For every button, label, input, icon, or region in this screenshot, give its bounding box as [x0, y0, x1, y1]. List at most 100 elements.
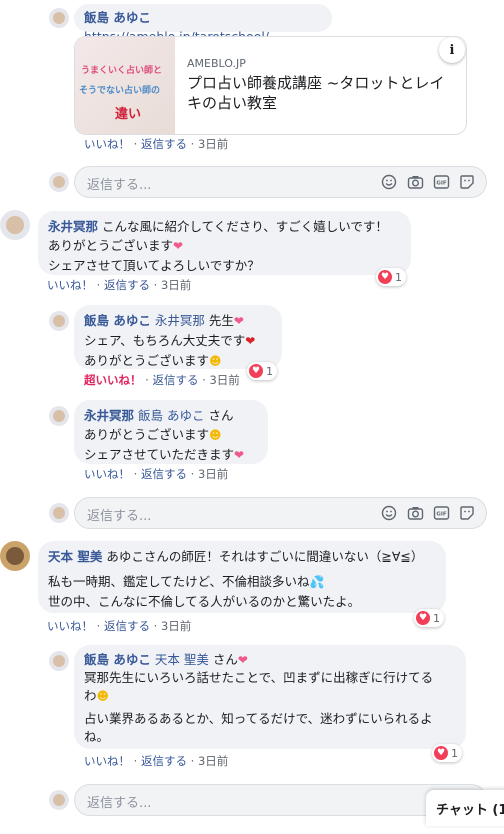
comment-text: シェアさせていただきます: [84, 447, 235, 462]
comment-bubble: 永井冥那 こんな風に紹介してくださり、すごく嬉しいです！ ありがとうございます❤…: [38, 211, 411, 275]
smiley-icon[interactable]: [380, 173, 398, 191]
comment-text: シェアさせて頂いてよろしいですか？: [48, 258, 260, 273]
comment-author[interactable]: 飯島 あゆこ: [84, 10, 151, 25]
avatar: [49, 503, 69, 523]
card-domain: AMEBLO.JP: [187, 57, 246, 70]
comment-author[interactable]: 永井冥那: [48, 219, 98, 234]
camera-icon[interactable]: [406, 504, 424, 522]
comment-text: 占い業界あるあるとか、知ってるだけで、迷わずにいられるよ: [84, 711, 433, 726]
svg-text:GIF: GIF: [436, 181, 447, 187]
avatar: [49, 790, 69, 810]
reaction-badge[interactable]: ♥ 1: [414, 609, 444, 627]
reply-placeholder: 返信する...: [87, 796, 152, 811]
timestamp[interactable]: 3日前: [161, 619, 191, 633]
reply-link[interactable]: 返信する: [104, 619, 150, 633]
love-reaction-icon: ♥: [416, 611, 430, 625]
timestamp[interactable]: 3日前: [198, 137, 228, 151]
comment-text: ありがとうございます: [84, 427, 210, 442]
thumb-text-2: そうでない占い師の: [79, 86, 161, 96]
avatar[interactable]: [49, 311, 69, 331]
comment-actions: いいね！ · 返信する · 3日前: [47, 278, 192, 292]
reply-link[interactable]: 返信する: [141, 467, 187, 481]
comment-text: 冥那先生にいろいろ話せたことで、凹まずに出稼ぎに行けてる: [84, 670, 434, 685]
link-comment-bubble: 飯島 あゆこ https://ameblo.jp/tarotschool/: [74, 4, 332, 44]
link-thumbnail[interactable]: うまくいく占い師と そうでない占い師の 違い: [75, 37, 175, 134]
reply-input[interactable]: 返信する... GIF: [74, 497, 487, 529]
comment-text: 世の中、こんなに不倫してる人がいるのかと驚いたよ。: [48, 594, 361, 609]
reaction-badge[interactable]: ♥ 1: [432, 744, 462, 762]
comment-text: シェア、もちろん大丈夫です: [84, 333, 246, 348]
chat-tab-label: チャット (1: [436, 803, 504, 818]
super-like-link[interactable]: 超いいね！: [84, 373, 142, 387]
smiley-icon[interactable]: [380, 504, 398, 522]
reply-bubble: 永井冥那 飯島 あゆこ さん ありがとうございます☻ シェアさせていただきます❤: [74, 400, 268, 464]
chat-tab[interactable]: チャット (1: [426, 790, 504, 826]
like-link[interactable]: いいね！: [84, 467, 130, 481]
avatar[interactable]: [0, 541, 30, 571]
mention-link[interactable]: 天本 聖美: [155, 652, 209, 667]
sticker-icon[interactable]: [458, 504, 476, 522]
like-link[interactable]: いいね！: [84, 137, 130, 151]
like-link[interactable]: いいね！: [47, 619, 93, 633]
comment-text: ありがとうございます: [84, 353, 210, 368]
camera-icon[interactable]: [406, 173, 424, 191]
heart-emoji-icon: ❤: [173, 239, 184, 253]
comment-actions: いいね！ · 返信する · 3日前: [84, 137, 229, 151]
comment-text: こんな風に紹介してくださり、すごく嬉しいです！: [102, 219, 388, 234]
reply-link[interactable]: 返信する: [141, 137, 187, 151]
reply-link[interactable]: 返信する: [152, 373, 198, 387]
thumb-text-3: 違い: [115, 107, 142, 122]
heart-emoji-icon: ❤: [233, 314, 244, 328]
comment-text: ね。: [84, 729, 110, 744]
timestamp[interactable]: 3日前: [161, 278, 191, 292]
reaction-badge[interactable]: ♥ 1: [247, 362, 277, 380]
comment-actions: 超いいね！ · 返信する · 3日前: [84, 373, 240, 387]
avatar[interactable]: [49, 406, 69, 426]
gif-icon[interactable]: GIF: [432, 173, 450, 191]
timestamp[interactable]: 3日前: [198, 754, 228, 768]
comment-bubble: 天本 聖美 あゆこさんの師匠！それはすごいに間違いない（≧∀≦） 私も一時期、鑑…: [38, 541, 446, 613]
comment-author[interactable]: 飯島 あゆこ: [84, 313, 151, 328]
reply-bubble: 飯島 あゆこ 永井冥那 先生❤ シェア、もちろん大丈夫です❤ ありがとうございま…: [74, 305, 282, 369]
grin-emoji-icon: ☻: [209, 428, 222, 442]
reply-placeholder: 返信する...: [87, 178, 152, 193]
love-reaction-icon: ♥: [249, 364, 263, 378]
reply-placeholder: 返信する...: [87, 509, 152, 524]
gif-icon[interactable]: GIF: [432, 504, 450, 522]
comment-text: あゆこさんの師匠！それはすごいに間違いない（≧∀≦）: [106, 549, 424, 564]
comment-actions: いいね！ · 返信する · 3日前: [84, 467, 229, 481]
like-link[interactable]: いいね！: [84, 754, 130, 768]
comment-author[interactable]: 永井冥那: [84, 408, 134, 423]
reply-link[interactable]: 返信する: [141, 754, 187, 768]
timestamp[interactable]: 3日前: [209, 373, 239, 387]
comment-author[interactable]: 飯島 あゆこ: [84, 652, 151, 667]
love-reaction-icon: ♥: [434, 746, 448, 760]
timestamp[interactable]: 3日前: [198, 467, 228, 481]
comment-author[interactable]: 天本 聖美: [48, 549, 102, 564]
avatar[interactable]: [49, 8, 69, 28]
like-link[interactable]: いいね！: [47, 278, 93, 292]
thumb-text-1: うまくいく占い師と: [81, 66, 163, 76]
sticker-icon[interactable]: [458, 173, 476, 191]
comment-text: ありがとうございます: [48, 238, 174, 253]
heart-emoji-icon: ❤: [237, 653, 248, 667]
reply-input[interactable]: 返信する... GIF: [74, 166, 487, 198]
heart-emoji-icon: ❤: [245, 334, 256, 348]
avatar: [49, 172, 69, 192]
comment-actions: いいね！ · 返信する · 3日前: [84, 754, 229, 768]
info-icon[interactable]: i: [439, 37, 465, 63]
svg-text:GIF: GIF: [436, 512, 447, 518]
link-preview-card[interactable]: うまくいく占い師と そうでない占い師の 違い AMEBLO.JP プロ占い師養成…: [74, 36, 467, 135]
avatar[interactable]: [49, 651, 69, 671]
avatar[interactable]: [0, 210, 30, 240]
mention-link[interactable]: 永井冥那: [155, 313, 205, 328]
card-title[interactable]: プロ占い師養成講座 ~タロットとレイキの占い教室: [187, 73, 455, 113]
reaction-badge[interactable]: ♥ 1: [376, 268, 406, 286]
love-reaction-icon: ♥: [378, 270, 392, 284]
comment-actions: いいね！ · 返信する · 3日前: [47, 619, 192, 633]
comment-text: 私も一時期、鑑定してたけど、不倫相談多いね: [48, 574, 310, 589]
comment-text: わ: [84, 688, 97, 703]
grin-emoji-icon: ☻: [209, 354, 222, 368]
mention-link[interactable]: 飯島 あゆこ: [138, 408, 204, 423]
reply-link[interactable]: 返信する: [104, 278, 150, 292]
